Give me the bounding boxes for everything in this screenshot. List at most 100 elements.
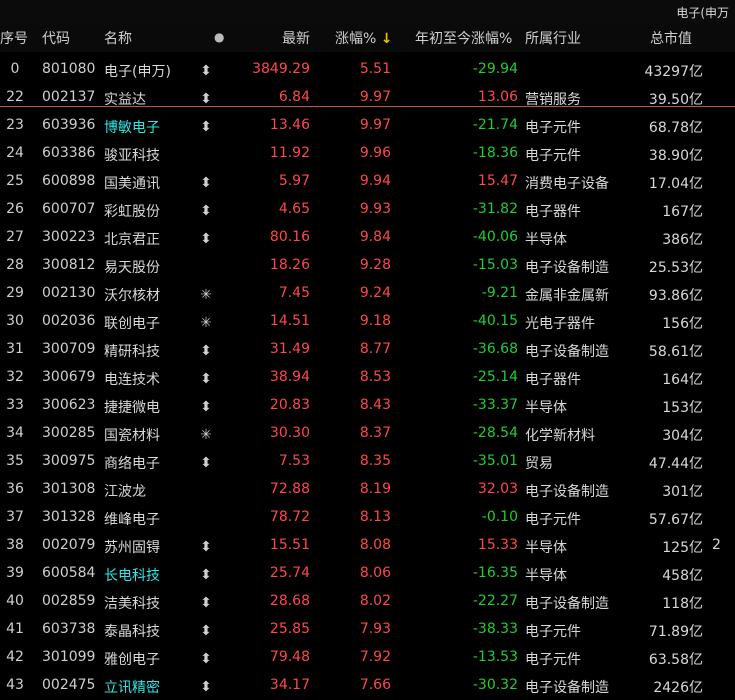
row-price: 18.26 xyxy=(269,257,310,273)
table-row[interactable]: 26 600707 彩虹股份 ⬍ 4.65 9.93 -31.82 电子器件 167亿 xyxy=(0,196,735,224)
table-row[interactable]: 25 600898 国美通讯 ⬍ 5.97 9.94 15.47 消费电子设备 17.04亿 xyxy=(0,168,735,196)
row-industry: 电子设备制造 xyxy=(525,260,609,276)
table-row[interactable]: 34 300285 国瓷材料 ✳ 30.30 8.37 -28.54 化学新材料 304亿 xyxy=(0,420,735,448)
row-price: 7.45 xyxy=(278,285,310,301)
row-industry: 化学新材料 xyxy=(525,428,595,444)
row-name: 彩虹股份 xyxy=(104,204,160,220)
row-index: 24 xyxy=(6,145,24,161)
row-name: 沃尔核材 xyxy=(104,288,160,304)
row-industry: 电子设备制造 xyxy=(525,344,609,360)
header-change[interactable]: 涨幅% ↓ xyxy=(335,28,405,48)
table-row[interactable]: 23 603936 博敏电子 ⬍ 13.46 9.97 -21.74 电子元件 68.78亿 xyxy=(0,112,735,140)
row-code: 301099 xyxy=(42,649,96,665)
table-row[interactable]: 0 801080 电子(申万) ⬍ 3849.29 5.51 -29.94 43297亿 xyxy=(0,56,735,84)
row-index: 38 xyxy=(6,537,24,553)
row-index: 0 xyxy=(10,61,20,77)
row-price: 4.65 xyxy=(278,201,310,217)
row-ytd: -21.74 xyxy=(472,117,518,133)
row-cap: 386亿 xyxy=(662,232,703,248)
row-code: 002859 xyxy=(42,593,96,609)
table-row[interactable]: 30 002036 联创电子 ✳ 14.51 9.18 -40.15 光电子器件 156亿 xyxy=(0,308,735,336)
sort-down-icon: ↓ xyxy=(380,31,393,47)
table-row[interactable]: 35 300975 商络电子 ⬍ 7.53 8.35 -35.01 贸易 47.44亿 xyxy=(0,448,735,476)
row-cap: 301亿 xyxy=(662,484,703,500)
row-index: 36 xyxy=(6,481,24,497)
table-row[interactable]: 31 300709 精研科技 ⬍ 31.49 8.77 -36.68 电子设备制造 58.61亿 xyxy=(0,336,735,364)
table-row[interactable]: 24 603386 骏亚科技 11.92 9.96 -18.36 电子元件 38.90亿 xyxy=(0,140,735,168)
row-index: 23 xyxy=(6,117,24,133)
row-name: 长电科技 xyxy=(104,568,160,584)
row-name: 电连技术 xyxy=(104,372,160,388)
table-row[interactable]: 39 600584 长电科技 ⬍ 25.74 8.06 -16.35 半导体 458亿 xyxy=(0,560,735,588)
row-price: 11.92 xyxy=(269,145,310,161)
table-row[interactable]: 32 300679 电连技术 ⬍ 38.94 8.53 -25.14 电子器件 164亿 xyxy=(0,364,735,392)
table-row[interactable]: 22 002137 实益达 ⬍ 6.84 9.97 13.06 营销服务 39.50亿 xyxy=(0,84,735,112)
header-change-label: 涨幅% xyxy=(335,31,377,47)
row-name: 泰晶科技 xyxy=(104,624,160,640)
row-price: 13.46 xyxy=(269,117,310,133)
table-row[interactable]: 29 002130 沃尔核材 ✳ 7.45 9.24 -9.21 金属非金属新 93.86亿 xyxy=(0,280,735,308)
table-row[interactable]: 41 603738 泰晶科技 ⬍ 25.85 7.93 -38.33 电子元件 71.89亿 xyxy=(0,616,735,644)
row-ytd: -15.03 xyxy=(472,257,518,273)
row-code: 002137 xyxy=(42,89,96,105)
row-industry: 电子元件 xyxy=(525,148,581,164)
row-mark-icon: ⬍ xyxy=(200,539,212,555)
row-cap: 25.53亿 xyxy=(648,260,703,276)
header-price[interactable]: 最新 xyxy=(230,28,310,48)
header-cap[interactable]: 总市值 xyxy=(650,28,710,48)
header-code[interactable]: 代码 xyxy=(42,28,102,48)
row-code: 300975 xyxy=(42,453,96,469)
row-change: 8.77 xyxy=(359,341,391,357)
row-cap: 164亿 xyxy=(662,372,703,388)
row-name: 联创电子 xyxy=(104,316,160,332)
row-mark-icon: ⬍ xyxy=(200,679,212,695)
table-row[interactable]: 37 301328 维峰电子 78.72 8.13 -0.10 电子元件 57.67亿 xyxy=(0,504,735,532)
row-change: 9.84 xyxy=(359,229,391,245)
header-index[interactable]: 序号 xyxy=(0,28,30,48)
table-row[interactable]: 38 002079 苏州固锝 ⬍ 15.51 8.08 15.33 半导体 125亿 2 xyxy=(0,532,735,560)
row-change: 9.96 xyxy=(359,145,391,161)
row-industry: 半导体 xyxy=(525,232,567,248)
row-index: 41 xyxy=(6,621,24,637)
row-name: 苏州固锝 xyxy=(104,540,160,556)
row-extra: 2 xyxy=(712,537,721,553)
row-mark-icon: ⬍ xyxy=(200,399,212,415)
row-cap: 2426亿 xyxy=(653,680,703,696)
header-ytd[interactable]: 年初至今涨幅% xyxy=(415,28,521,48)
row-change: 9.97 xyxy=(359,117,391,133)
header-dot-icon[interactable]: ● xyxy=(214,30,228,44)
row-price: 38.94 xyxy=(269,369,310,385)
row-code: 603386 xyxy=(42,145,96,161)
row-price: 80.16 xyxy=(269,229,310,245)
table-row[interactable]: 28 300812 易天股份 18.26 9.28 -15.03 电子设备制造 25.53亿 xyxy=(0,252,735,280)
row-code: 002130 xyxy=(42,285,96,301)
row-price: 20.83 xyxy=(269,397,310,413)
row-separator xyxy=(0,106,735,107)
table-row[interactable]: 27 300223 北京君正 ⬍ 80.16 9.84 -40.06 半导体 386亿 xyxy=(0,224,735,252)
row-code: 300223 xyxy=(42,229,96,245)
row-ytd: -29.94 xyxy=(472,61,518,77)
header-name[interactable]: 名称 xyxy=(104,28,190,48)
row-name: 国美通讯 xyxy=(104,176,160,192)
row-change: 7.66 xyxy=(359,677,391,693)
row-change: 8.08 xyxy=(359,537,391,553)
table-row[interactable]: 33 300623 捷捷微电 ⬍ 20.83 8.43 -33.37 半导体 153亿 xyxy=(0,392,735,420)
table-row[interactable]: 42 301099 雅创电子 ⬍ 79.48 7.92 -13.53 电子元件 63.58亿 xyxy=(0,644,735,672)
row-code: 301328 xyxy=(42,509,96,525)
row-name: 易天股份 xyxy=(104,260,160,276)
table-row[interactable]: 40 002859 洁美科技 ⬍ 28.68 8.02 -22.27 电子设备制造 118亿 xyxy=(0,588,735,616)
row-price: 25.85 xyxy=(269,621,310,637)
table-row[interactable]: 43 002475 立讯精密 ⬍ 34.17 7.66 -30.32 电子设备制造 2426亿 xyxy=(0,672,735,700)
row-ytd: -16.35 xyxy=(472,565,518,581)
row-name: 北京君正 xyxy=(104,232,160,248)
header-industry[interactable]: 所属行业 xyxy=(525,28,612,48)
table-row[interactable]: 36 301308 江波龙 72.88 8.19 32.03 电子设备制造 301亿 xyxy=(0,476,735,504)
window-title: 电子(申万 xyxy=(676,6,729,20)
row-industry: 消费电子设备 xyxy=(525,176,609,192)
row-name: 电子(申万) xyxy=(104,64,171,80)
row-change: 9.28 xyxy=(359,257,391,273)
row-index: 42 xyxy=(6,649,24,665)
row-name: 国瓷材料 xyxy=(104,428,160,444)
row-ytd: 15.33 xyxy=(477,537,518,553)
row-index: 29 xyxy=(6,285,24,301)
